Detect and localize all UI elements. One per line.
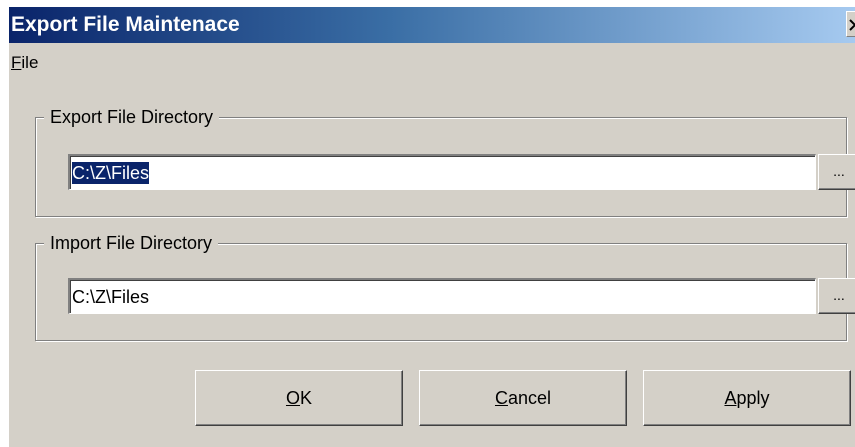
export-file-directory-group: Export File Directory C:\Z\Files ... <box>35 105 855 217</box>
import-file-directory-group: Import File Directory C:\Z\Files ... <box>35 231 855 341</box>
export-browse-button[interactable]: ... <box>818 154 855 190</box>
menu-bar: File <box>9 43 855 79</box>
import-group-legend: Import File Directory <box>44 231 219 255</box>
ok-button-mnemonic: O <box>285 388 300 408</box>
cancel-button[interactable]: Cancel <box>419 370 627 426</box>
export-file-maintenance-dialog: Export File Maintenace File Export File … <box>8 6 855 447</box>
menu-file-mnemonic: F <box>11 53 22 72</box>
menu-file[interactable]: File <box>11 53 38 73</box>
ok-button[interactable]: OK <box>195 370 403 426</box>
import-browse-button[interactable]: ... <box>818 278 855 314</box>
ok-button-label: K <box>300 388 313 408</box>
export-directory-input[interactable]: C:\Z\Files <box>68 154 816 190</box>
title-bar[interactable]: Export File Maintenace <box>9 7 855 43</box>
export-group-legend: Export File Directory <box>44 105 220 129</box>
apply-button-mnemonic: A <box>724 388 737 408</box>
export-directory-value: C:\Z\Files <box>72 162 150 184</box>
close-icon <box>849 19 855 31</box>
cancel-button-label: ancel <box>507 388 552 408</box>
cancel-button-mnemonic: C <box>494 388 508 408</box>
apply-button-label: pply <box>736 388 770 408</box>
import-directory-value: C:\Z\Files <box>72 287 150 307</box>
menu-file-label: ile <box>21 53 39 72</box>
import-directory-input[interactable]: C:\Z\Files <box>68 278 816 314</box>
window-title: Export File Maintenace <box>11 13 240 36</box>
apply-button[interactable]: Apply <box>643 370 851 426</box>
close-button[interactable] <box>846 11 855 37</box>
